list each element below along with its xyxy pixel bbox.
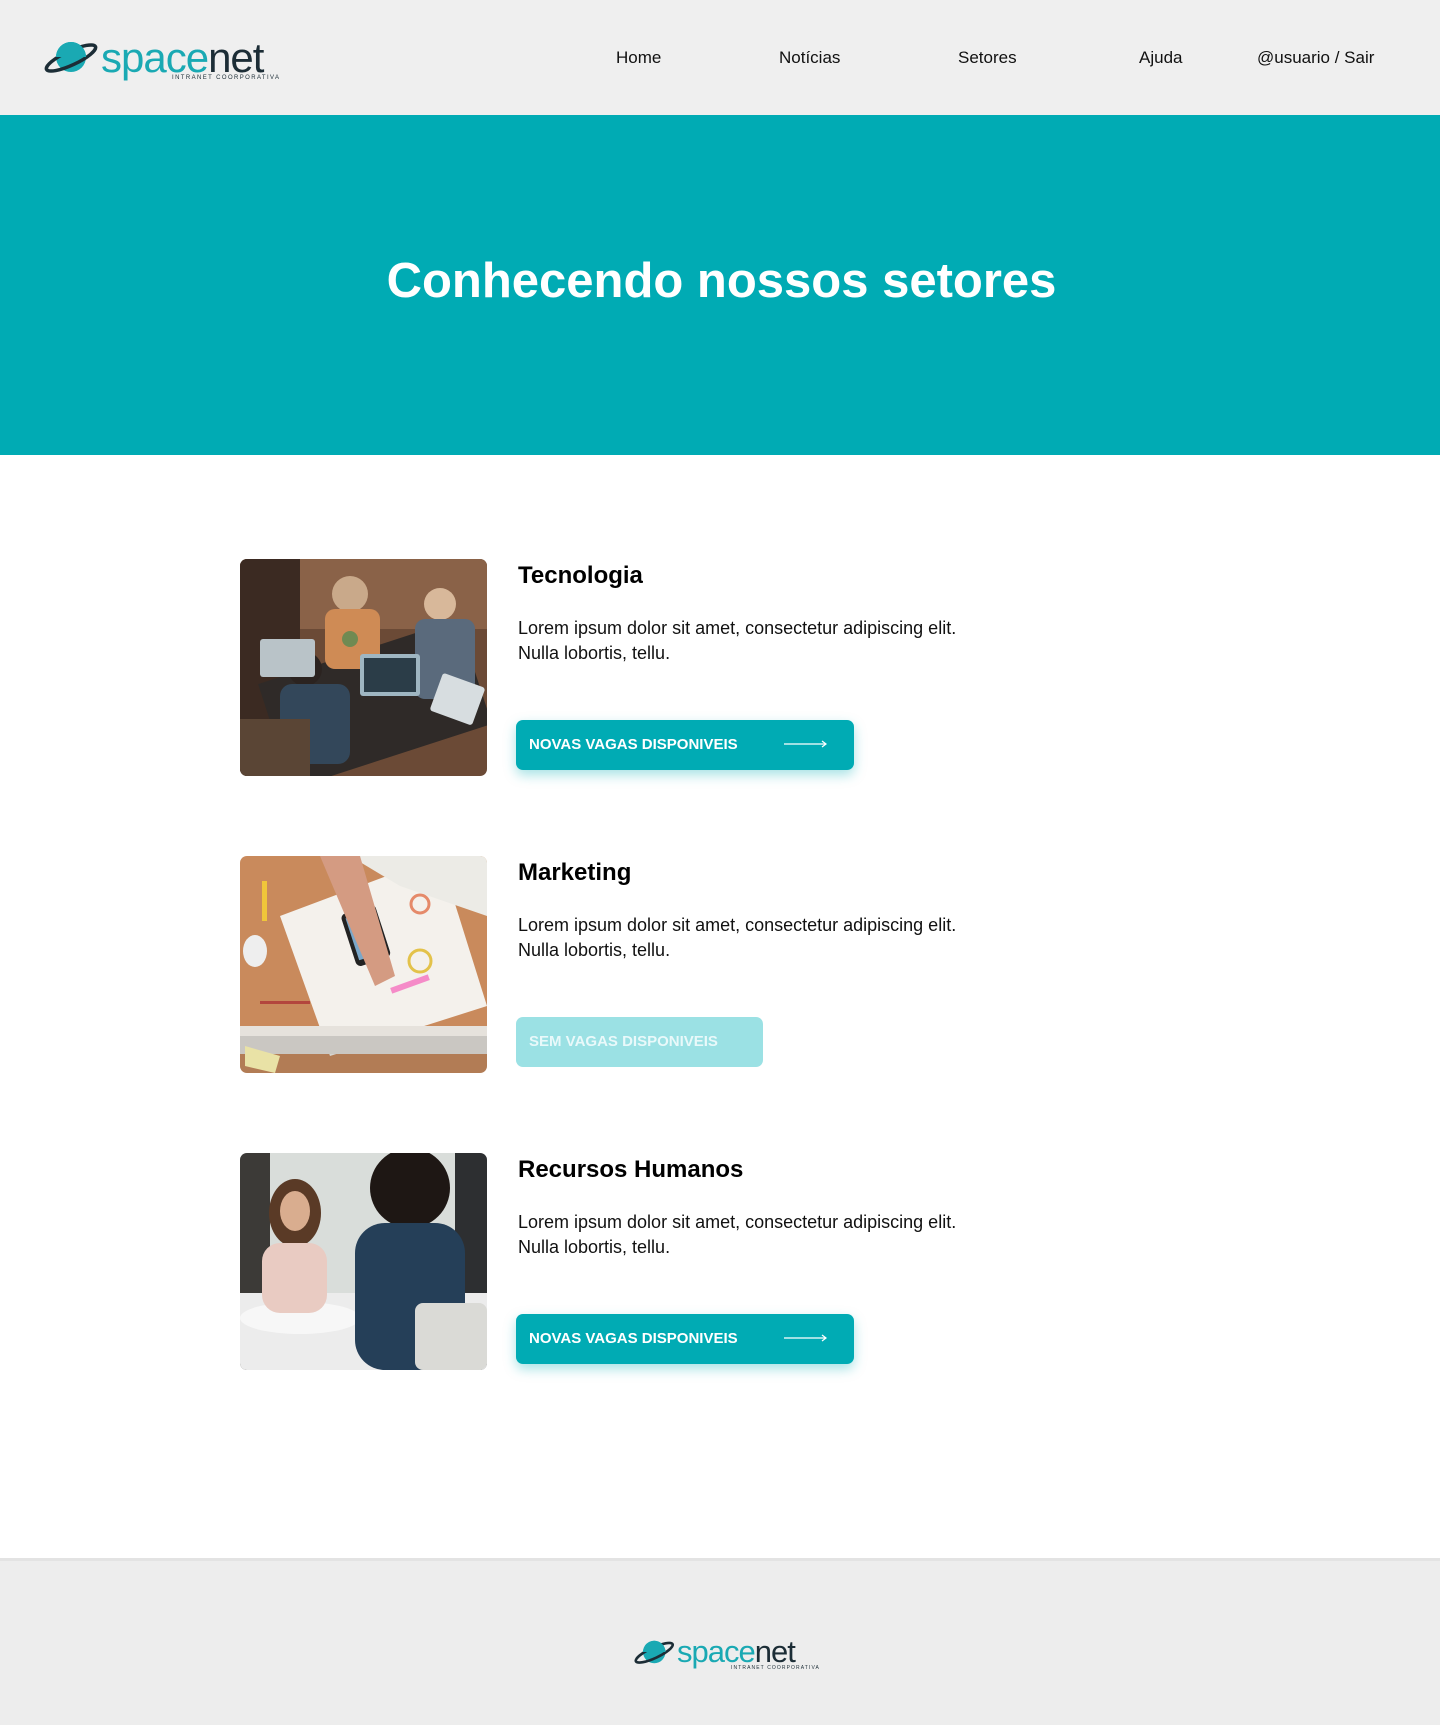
no-jobs-button[interactable]: SEM VAGAS DISPONIVEIS [516, 1017, 763, 1067]
sector-description: Lorem ipsum dolor sit amet, consectetur … [518, 618, 957, 663]
logo-tagline: INTRANET COORPORATIVA [731, 1665, 820, 1671]
nav-home[interactable]: Home [616, 48, 661, 68]
sector-title: Recursos Humanos [518, 1156, 744, 1183]
button-label: NOVAS VAGAS DISPONIVEIS [529, 1330, 738, 1347]
sector-card: Tecnologia Lorem ipsum dolor sit amet, c… [240, 559, 1040, 776]
footer-logo[interactable]: spacenet INTRANET COORPORATIVA [632, 1633, 819, 1675]
nav-user-logout[interactable]: @usuario / Sair [1257, 48, 1374, 68]
logo-tagline: INTRANET COORPORATIVA [172, 75, 281, 81]
planet-icon [634, 1640, 675, 1664]
button-label: SEM VAGAS DISPONIVEIS [529, 1033, 718, 1050]
sector-description: Lorem ipsum dolor sit amet, consectetur … [518, 1212, 957, 1257]
sector-title: Tecnologia [518, 562, 643, 589]
new-jobs-button[interactable]: NOVAS VAGAS DISPONIVEIS [516, 1314, 854, 1364]
logo-word-space: space [101, 34, 209, 81]
nav-sectors[interactable]: Setores [958, 48, 1017, 68]
sector-card: Recursos Humanos Lorem ipsum dolor sit a… [240, 1153, 1040, 1370]
arrow-right-icon [784, 1334, 827, 1342]
planning-sketches-with-phone-photo [240, 856, 487, 1073]
nav-news[interactable]: Notícias [779, 48, 840, 68]
arrow-right-icon [784, 740, 827, 748]
new-jobs-button[interactable]: NOVAS VAGAS DISPONIVEIS [516, 720, 854, 770]
button-label: NOVAS VAGAS DISPONIVEIS [529, 736, 738, 753]
spacenet-logo[interactable]: spacenet INTRANET COORPORATIVA [42, 33, 282, 89]
sector-title: Marketing [518, 859, 632, 886]
team-working-on-laptops-photo [240, 559, 487, 776]
hero-banner: Conhecendo nossos setores [0, 115, 1440, 455]
top-header: spacenet INTRANET COORPORATIVA Home Notí… [0, 0, 1440, 115]
logo-word-net: net [208, 34, 264, 81]
sector-card: Marketing Lorem ipsum dolor sit amet, co… [240, 856, 1040, 1073]
job-interview-photo [240, 1153, 487, 1370]
nav-help[interactable]: Ajuda [1139, 48, 1182, 68]
planet-icon [44, 42, 98, 73]
page-footer: spacenet INTRANET COORPORATIVA [0, 1558, 1440, 1725]
logo-word-space: space [677, 1634, 756, 1669]
sector-description: Lorem ipsum dolor sit amet, consectetur … [518, 915, 957, 960]
logo-word-net: net [754, 1634, 796, 1669]
page-title: Conhecendo nossos setores [386, 254, 1057, 308]
